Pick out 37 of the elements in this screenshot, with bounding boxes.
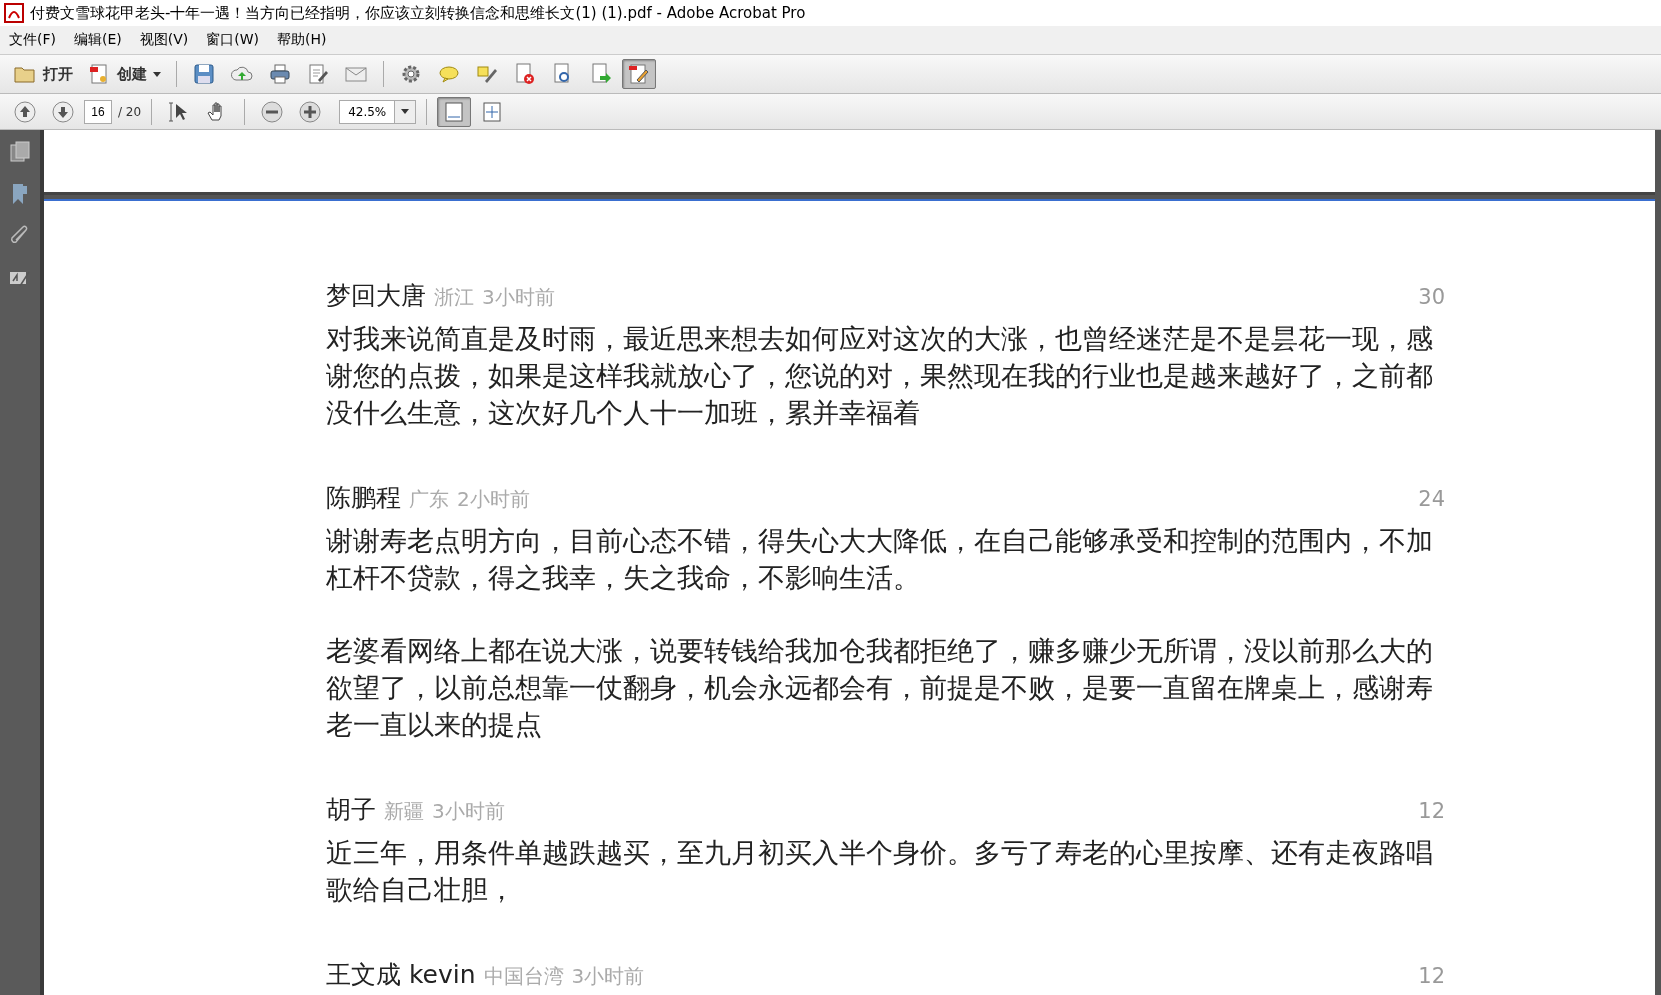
comment-time: 3小时前	[482, 284, 555, 311]
document-edit-icon[interactable]	[622, 59, 656, 89]
commenter-name: 陈鹏程	[326, 482, 401, 514]
comment-text: 谢谢寿老点明方向，目前心态不错，得失心大大降低，在自己能够承受和控制的范围内，不加杠杆不贷款，得之我幸，失之我命，不影响生活。	[326, 524, 1434, 595]
pages-icon[interactable]	[8, 140, 32, 164]
comment-location: 新疆	[384, 798, 424, 825]
pdf-icon	[4, 3, 24, 23]
comment-text: 对我来说简直是及时雨，最近思来想去如何应对这次的大涨，也曾经迷茫是不是昙花一现，感谢您的点拨，如果是这样我就放心了，您说的对，果然现在我的行业也是越来越好了，之前都没什么生意，这次好几个人十一加班，累并幸福着	[326, 322, 1434, 430]
page-number-field[interactable]: 16	[84, 99, 112, 124]
caret-icon	[401, 109, 410, 114]
comment-time: 2小时前	[457, 486, 530, 513]
comment-time: 3小时前	[432, 798, 505, 825]
comment-location: 广东	[409, 486, 449, 513]
zoom-dropdown[interactable]: 42.5%	[339, 99, 417, 124]
window-title: 付费文雪球花甲老头-十年一遇！当方向已经指明，你应该立刻转换信念和思维长文(1) (1).pdf - Adobe Acrobat Pro	[30, 3, 806, 23]
commenter-name: 王文成 kevin	[326, 959, 476, 991]
open-button[interactable]: 打开	[8, 59, 78, 89]
commenter-name: 梦回大唐	[326, 280, 426, 312]
like-count: 12	[1418, 964, 1445, 988]
comment-text: 近三年，用条件单越跌越买，至九月初买入半个身价。多亏了寿老的心里按摩、还有走夜路唱歌给自己壮胆，	[326, 836, 1434, 907]
comment-location: 中国台湾	[483, 963, 564, 990]
like-count: 12	[1418, 799, 1445, 823]
page-count: / 20	[118, 104, 142, 119]
caret-icon	[153, 71, 161, 77]
comment-time: 3小时前	[571, 963, 645, 990]
menu-item[interactable]: 窗口(W)	[197, 31, 269, 49]
comment-text: 老婆看网络上都在说大涨，说要转钱给我加仓我都拒绝了，赚多赚少无所谓，没以前那么大的欲望了，以前总想靠一仗翻身，机会永远都会有，前提是不败，是要一直留在牌桌上，感谢寿老一直以来的提点	[326, 634, 1434, 742]
comment-location: 浙江	[434, 284, 474, 311]
commenter-name: 胡子	[326, 794, 376, 826]
menu-item[interactable]: 编辑(E)	[65, 31, 131, 49]
menu-item[interactable]: 文件(F)	[0, 31, 65, 49]
menu-item[interactable]: 帮助(H)	[268, 31, 336, 49]
fit-page-button[interactable]	[437, 96, 472, 127]
menu-item[interactable]: 视图(V)	[130, 31, 198, 49]
like-count: 30	[1418, 285, 1445, 309]
like-count: 24	[1418, 487, 1445, 511]
create-button[interactable]: 创建	[82, 59, 166, 89]
